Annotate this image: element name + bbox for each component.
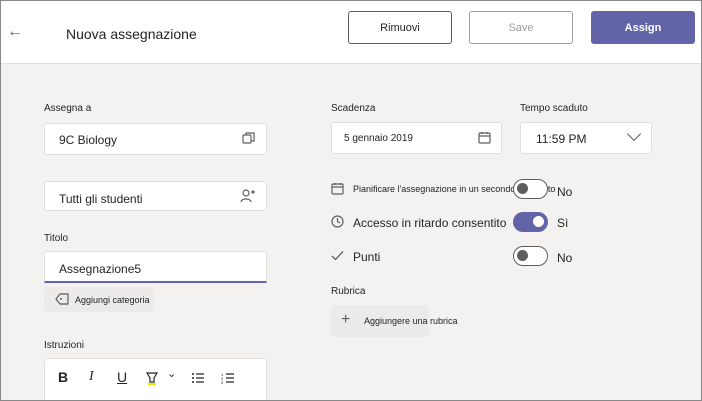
- add-rubric-label: Aggiungere una rubrica: [364, 316, 458, 326]
- rubric-label: Rubrica: [331, 286, 366, 297]
- bullet-list-icon[interactable]: [191, 371, 205, 387]
- save-button[interactable]: Save: [469, 11, 573, 44]
- schedule-calendar-icon: [331, 182, 344, 198]
- svg-text:3: 3: [221, 380, 224, 384]
- underline-icon[interactable]: U: [117, 369, 127, 385]
- title-value: Assegnazione5: [59, 262, 142, 276]
- points-state: No: [557, 251, 573, 265]
- instructions-label: Istruzioni: [44, 340, 85, 351]
- instructions-editor[interactable]: B I U ⌄ 123: [44, 358, 267, 400]
- class-value: 9C Biology: [59, 133, 118, 147]
- remove-button[interactable]: Rimuovi: [348, 11, 452, 44]
- back-arrow-icon[interactable]: ←: [7, 23, 23, 41]
- late-access-toggle[interactable]: [513, 212, 548, 232]
- chevron-down-icon: [626, 126, 642, 142]
- calendar-icon[interactable]: [478, 131, 491, 147]
- toggle-knob: [533, 216, 544, 227]
- toggle-knob: [517, 250, 528, 261]
- add-rubric-button[interactable]: + Aggiungere una rubrica: [331, 305, 458, 337]
- toggle-knob: [517, 183, 528, 194]
- checkmark-icon: [331, 249, 344, 264]
- app-window: ← Nuova assegnazione Rimuovi Save Assign…: [0, 0, 702, 401]
- students-value: Tutti gli studenti: [59, 192, 143, 206]
- assign-to-label: Assegna a: [44, 103, 92, 114]
- bold-icon[interactable]: B: [58, 369, 68, 385]
- schedule-later-state: No: [557, 185, 573, 199]
- class-picker[interactable]: 9C Biology: [44, 123, 267, 155]
- due-date-picker[interactable]: 5 gennaio 2019: [331, 122, 502, 154]
- due-time-picker[interactable]: 11:59 PM: [520, 122, 652, 154]
- students-picker[interactable]: Tutti gli studenti: [44, 181, 267, 211]
- copy-icon[interactable]: [242, 131, 256, 148]
- add-person-icon[interactable]: [240, 189, 256, 206]
- page-title: Nuova assegnazione: [66, 26, 197, 42]
- due-date-value: 5 gennaio 2019: [344, 133, 413, 144]
- points-label: Punti: [353, 250, 381, 264]
- header-bar: ← Nuova assegnazione Rimuovi Save Assign: [1, 1, 701, 64]
- tag-icon: [55, 293, 69, 308]
- title-label: Titolo: [44, 233, 69, 244]
- due-date-label: Scadenza: [331, 103, 376, 114]
- clock-icon: [331, 215, 344, 231]
- schedule-later-toggle[interactable]: [513, 179, 548, 199]
- highlight-icon[interactable]: [145, 371, 159, 388]
- late-access-state: Sì: [557, 216, 569, 230]
- add-category-label: Aggiungi categoria: [75, 295, 150, 305]
- assign-button[interactable]: Assign: [591, 11, 695, 44]
- numbered-list-icon[interactable]: 123: [221, 371, 235, 387]
- points-toggle[interactable]: [513, 246, 548, 266]
- highlight-chevron-icon[interactable]: ⌄: [167, 367, 176, 380]
- late-access-label: Accesso in ritardo consentito: [353, 216, 507, 230]
- due-time-value: 11:59 PM: [536, 132, 587, 146]
- add-category-button[interactable]: Aggiungi categoria: [44, 287, 154, 312]
- due-time-label: Tempo scaduto: [520, 103, 588, 114]
- title-input[interactable]: Assegnazione5: [44, 251, 267, 283]
- plus-icon: +: [341, 311, 351, 328]
- italic-icon[interactable]: I: [89, 369, 94, 385]
